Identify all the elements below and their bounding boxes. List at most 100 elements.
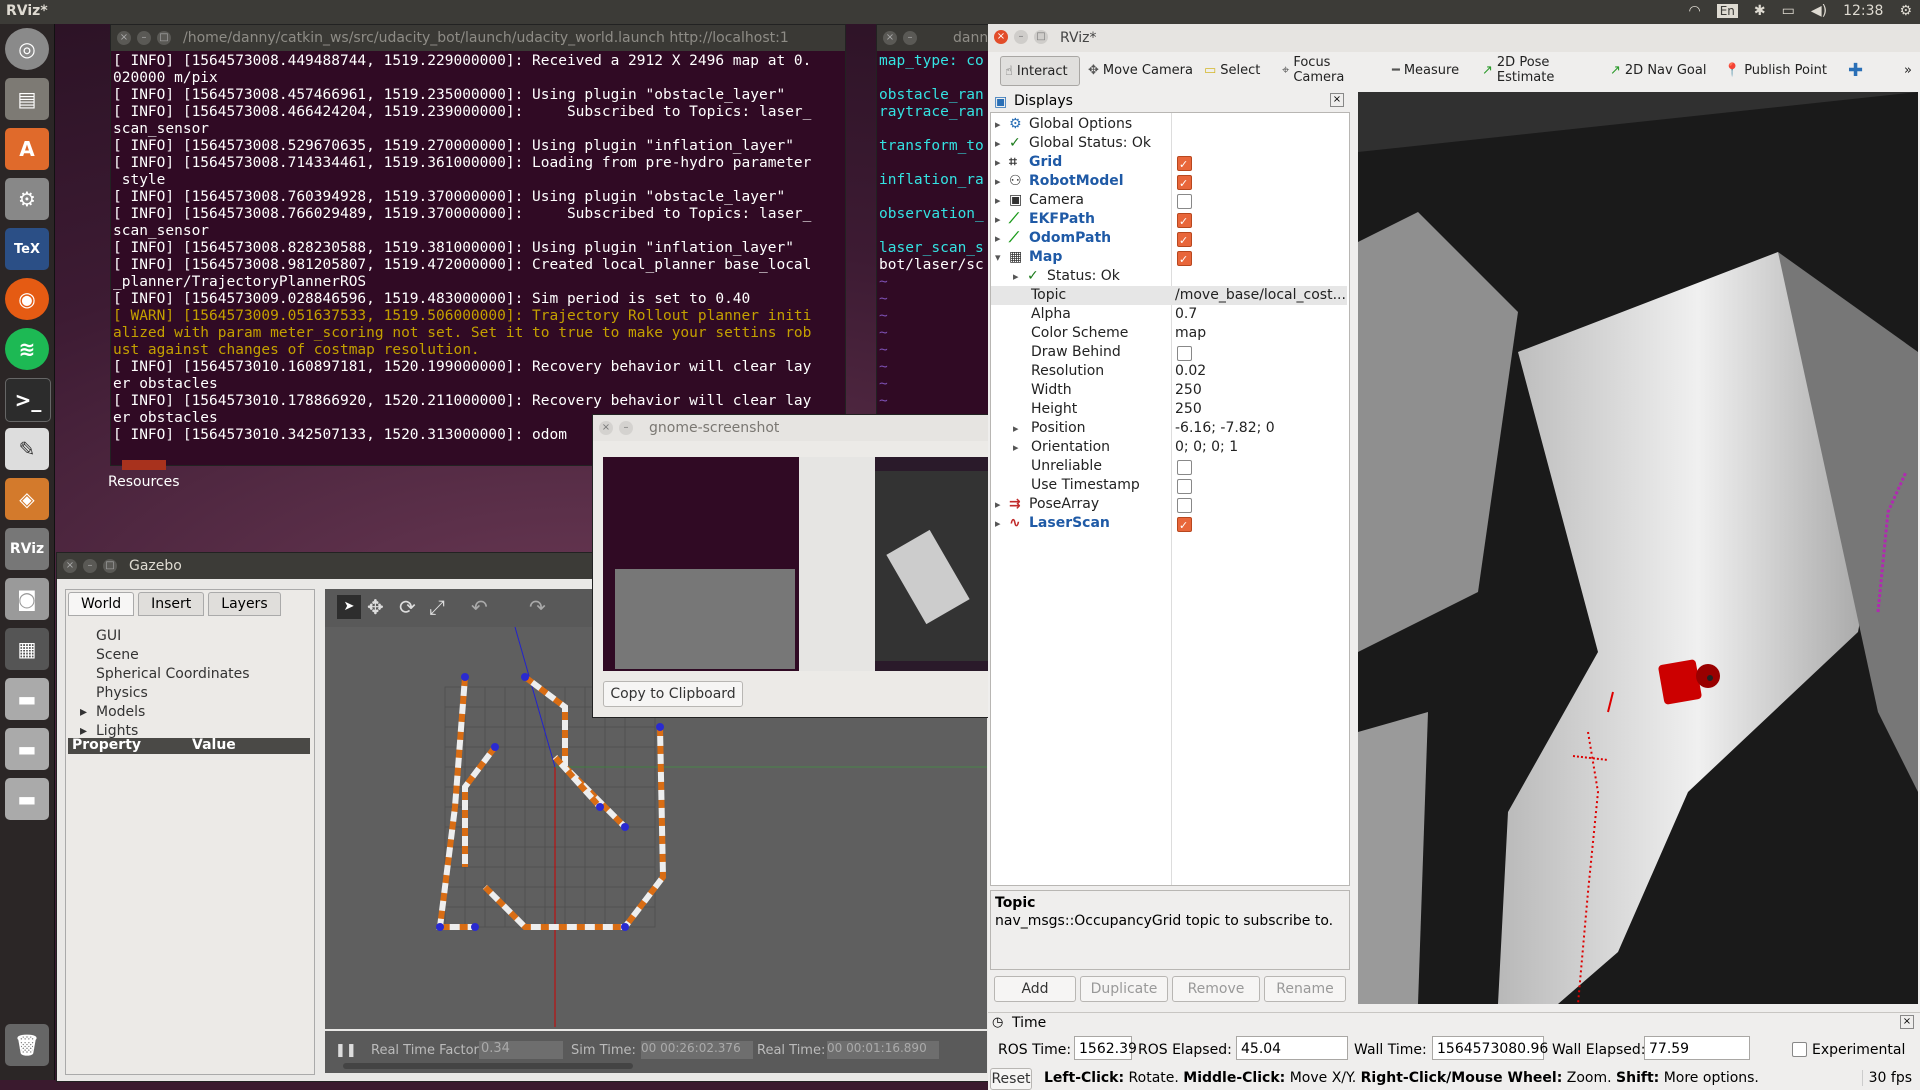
ros-time-field[interactable]: 1562.39	[1074, 1036, 1137, 1060]
close-icon[interactable]: ×	[599, 421, 613, 435]
world-tree-item[interactable]: Spherical Coordinates	[74, 666, 304, 685]
world-tree-item[interactable]: Scene	[74, 647, 304, 666]
expand-arrow-icon[interactable]: ▸	[995, 495, 1001, 514]
display-row[interactable]: ▸ ✓ Global Status: Ok	[991, 134, 1347, 153]
volume-icon[interactable]: ◀)	[1811, 3, 1827, 19]
editor-buffer[interactable]: map_type: co obstacle_ran raytrace_ran tr…	[879, 53, 987, 423]
display-row[interactable]: Color Scheme map	[991, 324, 1347, 343]
display-row[interactable]: Topic/move_base/local_cost...	[991, 286, 1347, 305]
property-value[interactable]: 250	[1175, 381, 1345, 400]
display-row[interactable]: ▸ ⇉ PoseArray	[991, 495, 1347, 514]
close-icon[interactable]: ×	[63, 559, 77, 573]
toolbar-overflow-icon[interactable]: »	[1904, 58, 1912, 82]
property-value[interactable]: 0; 0; 0; 1	[1175, 438, 1345, 457]
world-tree-item[interactable]: ▸ Models	[74, 704, 304, 723]
virtualbox-icon[interactable]: ◈	[5, 478, 49, 520]
battery-icon[interactable]: ▭	[1782, 3, 1795, 19]
screenshot-dialog[interactable]: × – gnome-screenshot Copy to Clipboard	[592, 414, 990, 718]
timeline-scrollbar[interactable]	[343, 1063, 633, 1069]
files-icon[interactable]: ▤	[5, 78, 49, 120]
display-row[interactable]: ▸ ⌗ Grid	[991, 153, 1347, 174]
display-row[interactable]: ▸ ▣ Camera	[991, 191, 1347, 210]
reset-button[interactable]: Reset	[990, 1068, 1032, 1090]
minimize-icon[interactable]: –	[619, 421, 633, 435]
ubuntu-dash-icon[interactable]: ◎	[5, 28, 49, 70]
expand-arrow-icon[interactable]: ▸	[1013, 438, 1019, 457]
world-tree-item[interactable]: GUI	[74, 628, 304, 647]
ros-elapsed-field[interactable]: 45.04	[1236, 1036, 1348, 1060]
display-enabled-checkbox[interactable]	[1177, 212, 1192, 231]
display-enabled-checkbox[interactable]	[1177, 174, 1192, 193]
drive-icon[interactable]: ▬	[5, 778, 49, 820]
minimize-icon[interactable]: –	[137, 31, 151, 45]
property-value[interactable]: -6.16; -7.82; 0	[1175, 419, 1345, 438]
screenshot-icon[interactable]: ◙	[5, 578, 49, 620]
system-settings-icon[interactable]: ⚙	[5, 178, 49, 220]
maximize-icon[interactable]: □	[103, 559, 117, 573]
tool-publish-point[interactable]: 📍 Publish Point	[1720, 58, 1830, 82]
property-value[interactable]: /move_base/local_cost...	[1175, 286, 1345, 305]
display-row[interactable]: ▸ ⟋ OdomPath	[991, 229, 1347, 250]
drive-icon[interactable]: ▬	[5, 678, 49, 720]
wifi-icon[interactable]: ◠	[1688, 3, 1700, 19]
display-enabled-checkbox[interactable]	[1177, 516, 1192, 535]
display-row[interactable]: Resolution 0.02	[991, 362, 1347, 381]
terminal-titlebar[interactable]: × – □ /home/danny/catkin_ws/src/udacity_…	[111, 25, 845, 51]
expand-arrow-icon[interactable]: ▸	[995, 134, 1001, 153]
tool-2d-nav-goal[interactable]: ↗ 2D Nav Goal	[1606, 58, 1714, 82]
display-row[interactable]: ▾ ▦ Map	[991, 248, 1347, 269]
redo-icon[interactable]: ↷	[529, 595, 546, 619]
minimize-icon[interactable]: –	[83, 559, 97, 573]
expand-arrow-icon[interactable]: ▸	[1013, 267, 1019, 286]
clock[interactable]: 12:38	[1843, 3, 1883, 19]
expand-arrow-icon[interactable]: ▸	[80, 704, 87, 720]
drive-icon[interactable]: ▬	[5, 728, 49, 770]
close-panel-icon[interactable]: ×	[1900, 1015, 1914, 1029]
scale-mode-icon[interactable]: ⤢	[429, 595, 445, 619]
expand-arrow-icon[interactable]: ▸	[1013, 419, 1019, 438]
terminal-output[interactable]: [ INFO] [1564573008.449488744, 1519.2290…	[113, 53, 841, 461]
pause-icon[interactable]: ❚❚	[335, 1043, 357, 1058]
keyboard-layout-indicator[interactable]: En	[1716, 4, 1738, 18]
rotate-mode-icon[interactable]: ⟳	[399, 595, 416, 619]
tool-interact[interactable]: ☝ Interact	[1000, 56, 1080, 86]
expand-arrow-icon[interactable]: ▸	[995, 210, 1001, 229]
rviz-titlebar[interactable]: × – □ RViz*	[988, 24, 1920, 52]
display-row[interactable]: ▸ ⟋ EKFPath	[991, 210, 1347, 231]
rviz-3d-view[interactable]	[1358, 92, 1918, 1004]
display-row[interactable]: Unreliable	[991, 457, 1347, 476]
display-row[interactable]: Height 250	[991, 400, 1347, 419]
display-enabled-checkbox[interactable]	[1177, 498, 1192, 513]
terminal-window-editor[interactable]: × – dann map_type: co obstacle_ran raytra…	[876, 24, 990, 426]
firefox-icon[interactable]: ◉	[5, 278, 49, 320]
tool-2d-pose-estimate[interactable]: ↗ 2D Pose Estimate	[1478, 55, 1600, 85]
terminal-window-roslaunch[interactable]: × – □ /home/danny/catkin_ws/src/udacity_…	[110, 24, 846, 466]
terminal-icon[interactable]: >_	[5, 378, 51, 422]
tool-move-camera[interactable]: ✥ Move Camera	[1084, 58, 1194, 82]
settings-gear-icon[interactable]: ⚙	[1899, 3, 1912, 19]
select-mode-icon[interactable]: ➤	[337, 595, 361, 619]
close-panel-icon[interactable]: ×	[1330, 93, 1344, 107]
display-row[interactable]: ▸ ∿ LaserScan	[991, 514, 1347, 535]
display-enabled-checkbox[interactable]	[1177, 479, 1192, 494]
software-center-icon[interactable]: A	[5, 128, 49, 170]
display-row[interactable]: Alpha 0.7	[991, 305, 1347, 324]
tab-insert[interactable]: Insert	[138, 592, 205, 616]
close-icon[interactable]: ×	[994, 30, 1008, 44]
tab-layers[interactable]: Layers	[208, 592, 281, 616]
display-row[interactable]: ▸ ⚙ Global Options	[991, 115, 1347, 134]
rviz-window[interactable]: × – □ RViz* ☝ Interact ✥ Move Camera ▭ Select…	[988, 24, 1920, 1090]
display-enabled-checkbox[interactable]	[1177, 155, 1192, 174]
display-enabled-checkbox[interactable]	[1177, 231, 1192, 250]
wall-elapsed-field[interactable]: 77.59	[1644, 1036, 1750, 1060]
expand-arrow-icon[interactable]: ▸	[995, 514, 1001, 533]
property-value[interactable]: 0.02	[1175, 362, 1345, 381]
text-editor-icon[interactable]: ✎	[5, 428, 49, 470]
display-enabled-checkbox[interactable]	[1177, 460, 1192, 475]
experimental-checkbox[interactable]	[1792, 1042, 1807, 1057]
property-value[interactable]: 250	[1175, 400, 1345, 419]
duplicate-display-button[interactable]: Duplicate	[1080, 976, 1168, 1002]
display-row[interactable]: ▸ Orientation 0; 0; 0; 1	[991, 438, 1347, 457]
display-enabled-checkbox[interactable]	[1177, 194, 1192, 209]
remove-display-button[interactable]: Remove	[1172, 976, 1260, 1002]
